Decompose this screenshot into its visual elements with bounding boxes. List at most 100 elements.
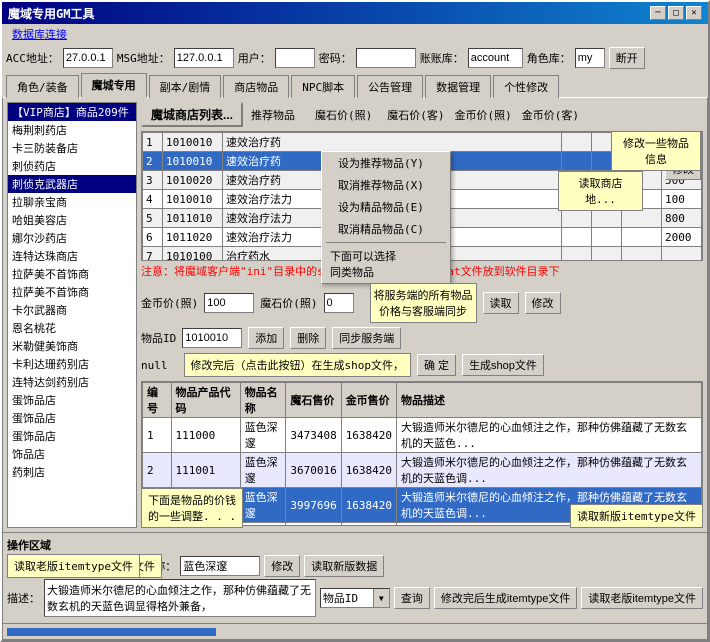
- magic-form-label: 魔石价(照): [260, 295, 317, 311]
- context-cancel-recommend[interactable]: 取消推荐物品(X): [322, 174, 450, 196]
- context-menu: 设为推荐物品(Y) 取消推荐物品(X) 设为精品物品(E) 取消精品物品(C) …: [321, 151, 451, 284]
- op-desc-area: 大锻造师米尔德尼的心血倾注之作，那种仿佛蕴藏了无数玄机的天蓝色调显得格外兼备，: [44, 579, 316, 617]
- list-item[interactable]: 刺侦药店: [8, 157, 136, 175]
- op-row-2: 描述： 大锻造师米尔德尼的心血倾注之作，那种仿佛蕴藏了无数玄机的天蓝色调显得格外…: [7, 579, 703, 617]
- tab-shop[interactable]: 商店物品: [223, 75, 289, 98]
- pwd-input[interactable]: [356, 48, 416, 68]
- tab-personal[interactable]: 个性修改: [493, 75, 559, 98]
- add-del-area: 添加: [248, 327, 284, 349]
- list-item[interactable]: 卡利达珊药别店: [8, 355, 136, 373]
- list-item[interactable]: 蛋饰品店: [8, 409, 136, 427]
- list-item[interactable]: 梅荆刺药店: [8, 121, 136, 139]
- role-label: 角色库：: [527, 50, 571, 66]
- gold-price-label: 金币价(照): [455, 107, 512, 123]
- list-item[interactable]: 蛋饰品店: [8, 427, 136, 445]
- tooltip-read-shop: 读取商店地...: [558, 171, 643, 211]
- item-id-input[interactable]: [182, 328, 242, 348]
- user-input[interactable]: [275, 48, 315, 68]
- menu-bar: 数据库连接: [2, 24, 708, 44]
- op-modify-button[interactable]: 修改: [264, 555, 300, 577]
- list-item[interactable]: 哈姐美容店: [8, 211, 136, 229]
- menu-db-connect[interactable]: 数据库连接: [6, 25, 73, 43]
- list-item[interactable]: 卡尔武器商: [8, 301, 136, 319]
- content-area: 【VIP商店】商品209件 梅荆刺药店 卡三防装备店 刺侦药店 刺侦克武器店 拉…: [3, 98, 707, 532]
- op-row-1: 物品ID： 物品名称： 修改 修改完后生成itemtype文件 读取老版item…: [7, 555, 703, 577]
- db-input[interactable]: [468, 48, 523, 68]
- context-select-same[interactable]: 下面可以选择同类物品: [322, 245, 450, 283]
- read-new-itemtype-button[interactable]: 读取老版itemtype文件: [581, 587, 703, 609]
- gold-input[interactable]: [204, 293, 254, 313]
- gen-itemtype-button[interactable]: 修改完后生成itemtype文件: [434, 587, 578, 609]
- acc-input[interactable]: [63, 48, 113, 68]
- status-bar: [3, 623, 707, 639]
- window-controls: ─ □ ✕: [650, 6, 702, 20]
- operation-area: 操作区域 物品ID： 物品名称： 修改 修改完后生成itemtype文件 读取老…: [3, 532, 707, 623]
- list-item[interactable]: 娜尔沙药店: [8, 229, 136, 247]
- minimize-button[interactable]: ─: [650, 6, 666, 20]
- list-item[interactable]: 拉萨美不首饰商: [8, 283, 136, 301]
- list-item[interactable]: 米勒健美饰商: [8, 337, 136, 355]
- col-gold: 金币售价: [341, 383, 396, 418]
- gen-shop-button[interactable]: 生成shop文件: [462, 354, 544, 376]
- list-item[interactable]: 蛋饰品店: [8, 391, 136, 409]
- connect-button[interactable]: 断开: [609, 47, 645, 69]
- table-row[interactable]: 2111001蓝色深邃36700161638420 大锻造师米尔德尼的心血倾注之…: [143, 453, 702, 488]
- tab-dungeon[interactable]: 副本/剧情: [149, 75, 222, 98]
- context-cancel-quality[interactable]: 取消精品物品(C): [322, 218, 450, 240]
- role-input[interactable]: [575, 48, 605, 68]
- gold-client-label: 金币价(客): [522, 107, 579, 123]
- maximize-button[interactable]: □: [668, 6, 684, 20]
- close-button[interactable]: ✕: [686, 6, 702, 20]
- context-set-recommend[interactable]: 设为推荐物品(Y): [322, 152, 450, 174]
- tab-notice[interactable]: 公告管理: [357, 75, 423, 98]
- combo-text: 物品ID: [321, 590, 373, 606]
- del-button[interactable]: 删除: [290, 327, 326, 349]
- window-title: 魔域专用GM工具: [8, 5, 94, 22]
- add-button[interactable]: 添加: [248, 327, 284, 349]
- shop-list-title: 【VIP商店】商品209件: [12, 104, 129, 120]
- progress-bar: [7, 628, 703, 636]
- op-read-new-button[interactable]: 读取新版数据: [304, 555, 384, 577]
- col-num: 编号: [143, 383, 172, 418]
- recommend-label: 推荐物品: [251, 107, 295, 123]
- tab-magic-city[interactable]: 魔城专用: [81, 73, 147, 98]
- list-item[interactable]: 刺侦克武器店: [8, 175, 136, 193]
- magic-input[interactable]: [324, 293, 354, 313]
- table-row[interactable]: 1111000蓝色深邃34734081638420 大锻造师米尔德尼的心血倾注之…: [143, 418, 702, 453]
- list-item[interactable]: 拉萨美不首饰商: [8, 265, 136, 283]
- ok-button[interactable]: 确 定: [417, 354, 456, 376]
- tab-npc[interactable]: NPC脚本: [291, 75, 355, 98]
- toolbar: ACC地址： MSG地址： 用户： 密码： 账账库： 角色库： 断开: [2, 44, 708, 72]
- list-item[interactable]: 药刺店: [8, 463, 136, 481]
- acc-label: ACC地址：: [6, 50, 59, 66]
- shop-list-header: 【VIP商店】商品209件: [8, 103, 136, 121]
- shop-list-button[interactable]: 魔城商店列表...: [141, 102, 243, 127]
- context-set-quality[interactable]: 设为精品物品(E): [322, 196, 450, 218]
- msg-input[interactable]: [174, 48, 234, 68]
- tab-data[interactable]: 数据管理: [425, 75, 491, 98]
- list-item[interactable]: 恩名桃花: [8, 319, 136, 337]
- tooltip-read-old-itemtype: 读取老版itemtype文件: [7, 554, 140, 578]
- list-item[interactable]: 卡三防装备店: [8, 139, 136, 157]
- item-id-row: 物品ID 添加 删除 同步服务端: [141, 327, 703, 349]
- tooltip-gen-shop: 修改完后（点击此按钮）在生成shop文件，: [184, 353, 412, 377]
- item-id-form-label: 物品ID: [141, 330, 176, 346]
- tab-role[interactable]: 角色/装备: [6, 75, 79, 98]
- separator: [326, 242, 446, 243]
- tooltip-read-itemtype: 读取新版itemtype文件: [570, 504, 703, 528]
- form-area: 金币价(照) 魔石价(照) 将服务端的所有物品价格与客服端同步 读取 修改: [141, 283, 703, 323]
- list-item[interactable]: 拉聊亲宝商: [8, 193, 136, 211]
- item-id-combo[interactable]: 物品ID ▼: [320, 588, 390, 608]
- modify2-button[interactable]: 修改: [525, 292, 561, 314]
- combo-arrow-icon[interactable]: ▼: [373, 589, 389, 607]
- table-header-row: 编号 物品产品代码 物品名称 魔石售价 金币售价 物品描述: [143, 383, 702, 418]
- list-item[interactable]: 饰品店: [8, 445, 136, 463]
- sync-button[interactable]: 同步服务端: [332, 327, 401, 349]
- tooltip-price-adjust: 下面是物品的价钱的一些调整. . .: [141, 488, 243, 528]
- op-item-name-input[interactable]: [180, 556, 260, 576]
- read2-button[interactable]: 读取: [483, 292, 519, 314]
- query-button[interactable]: 查询: [394, 587, 430, 609]
- list-item[interactable]: 连特达珠商店: [8, 247, 136, 265]
- gold-form-label: 金币价(照): [141, 295, 198, 311]
- list-item[interactable]: 连特达剑药别店: [8, 373, 136, 391]
